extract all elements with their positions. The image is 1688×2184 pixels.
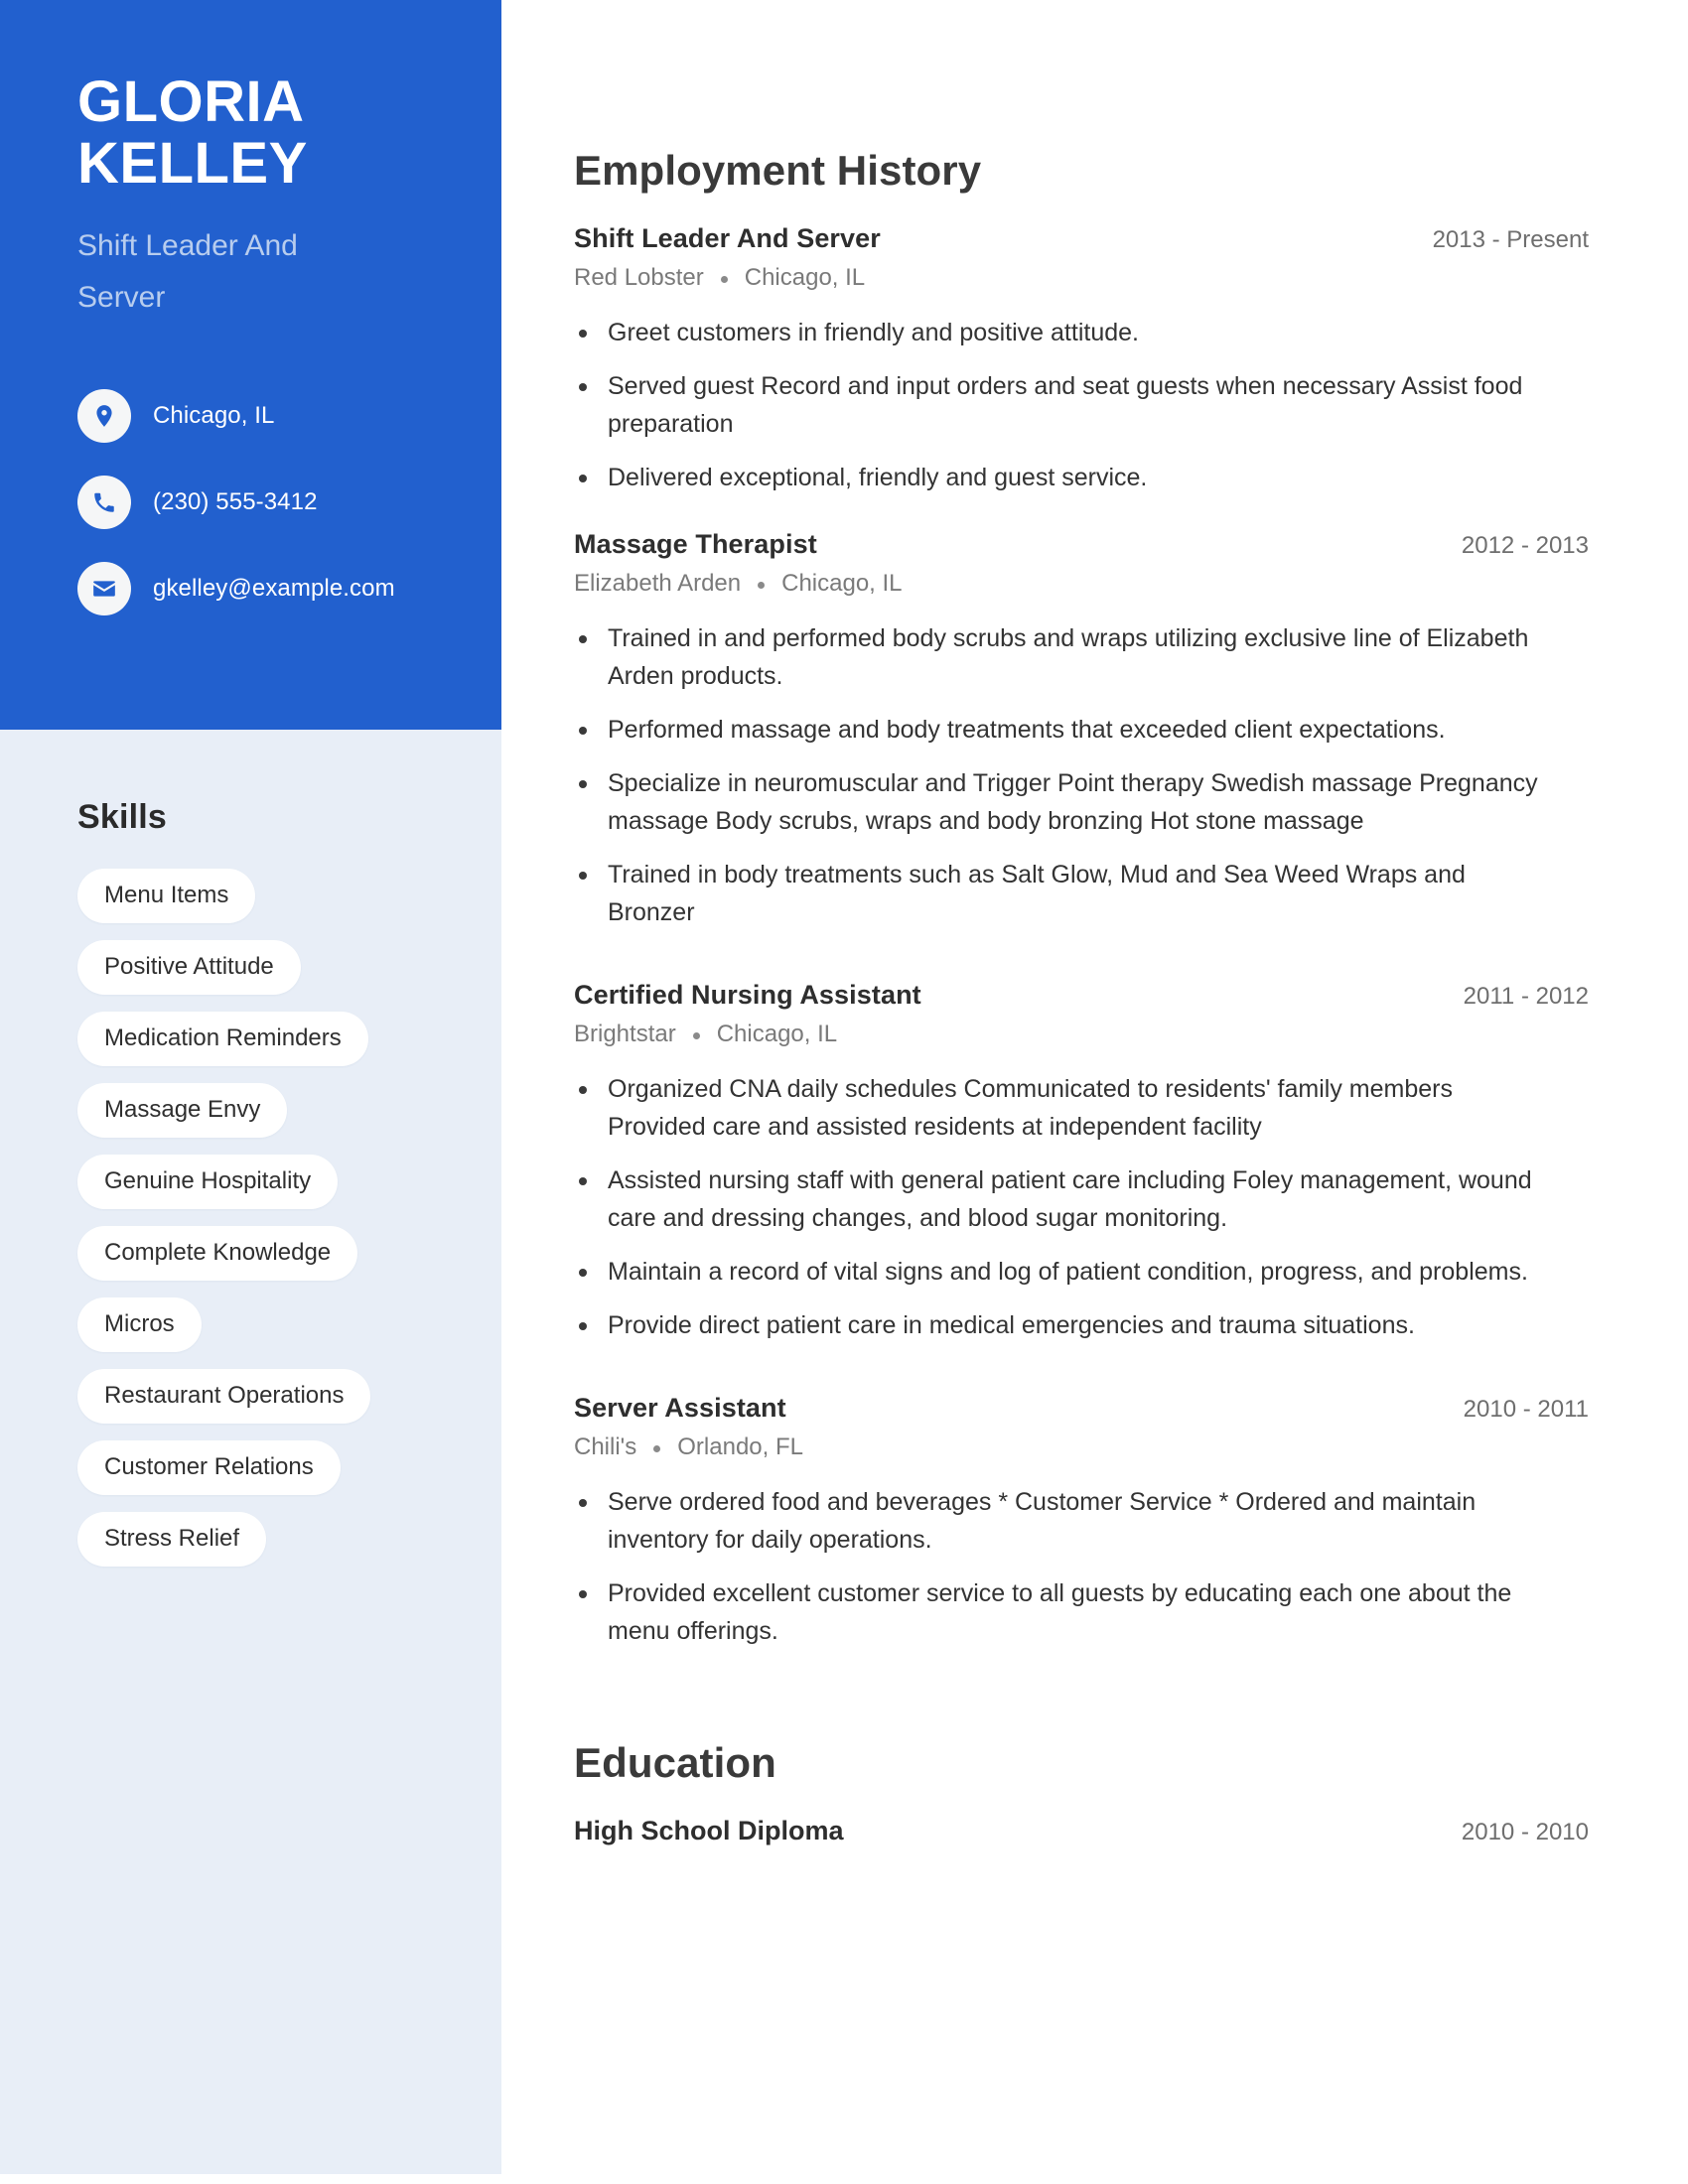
contact-location-text: Chicago, IL [153,402,275,429]
education-entry: High School Diploma 2010 - 2010 [574,1813,1589,1849]
employment-bullets: Organized CNA daily schedules Communicat… [574,1070,1589,1344]
employment-role: Massage Therapist [574,529,817,559]
separator-dot-icon [653,1444,661,1452]
employment-location: Chicago, IL [781,570,903,597]
skill-list-item: Positive Attitude [77,940,501,1012]
skill-pill[interactable]: Positive Attitude [77,940,301,995]
bullet-item: Provided excellent customer service to a… [574,1574,1557,1650]
resume-page: GLORIA KELLEY Shift Leader And Server Ch… [0,0,1688,2184]
skill-list-item: Restaurant Operations [77,1369,501,1440]
education-degree: High School Diploma [574,1816,844,1845]
education-entry-header: High School Diploma 2010 - 2010 [574,1813,1589,1849]
skill-pill[interactable]: Genuine Hospitality [77,1155,339,1209]
employment-bullets: Greet customers in friendly and positive… [574,314,1589,496]
bullet-item: Trained in and performed body scrubs and… [574,619,1557,695]
employment-dates: 2010 - 2011 [1463,1396,1589,1423]
employment-dates: 2012 - 2013 [1461,532,1589,559]
employment-bullets: Trained in and performed body scrubs and… [574,619,1589,931]
skills-heading: Skills [77,798,168,836]
contact-phone-text: (230) 555-3412 [153,488,318,515]
candidate-job-title: Shift Leader And Server [77,229,298,314]
phone-icon [77,476,131,529]
bullet-item: Trained in body treatments such as Salt … [574,856,1557,931]
bullet-item: Organized CNA daily schedules Communicat… [574,1070,1557,1146]
employment-entry-header: Massage Therapist 2012 - 2013 [574,526,1589,563]
skill-pill[interactable]: Restaurant Operations [77,1369,371,1424]
separator-dot-icon [758,581,766,589]
skill-list-item: Menu Items [77,869,501,940]
contact-item-email[interactable]: gkelley@example.com [77,562,424,615]
bullet-item: Specialize in neuromuscular and Trigger … [574,764,1557,840]
candidate-name: GLORIA KELLEY [77,71,424,195]
first-name: GLORIA [77,69,305,134]
bullet-item: Served guest Record and input orders and… [574,367,1557,443]
employment-dates: 2013 - Present [1432,226,1589,253]
employment-company: Brightstar [574,1021,676,1047]
employment-bullets: Serve ordered food and beverages * Custo… [574,1483,1589,1650]
sidebar: GLORIA KELLEY Shift Leader And Server Ch… [0,0,501,2174]
skill-pill[interactable]: Stress Relief [77,1512,267,1567]
employment-entry: Certified Nursing Assistant 2011 - 2012 … [574,977,1589,1344]
employment-meta: Chili's Orlando, FL [574,1432,1589,1463]
bullet-item: Serve ordered food and beverages * Custo… [574,1483,1557,1559]
skill-pill[interactable]: Menu Items [77,869,256,923]
sidebar-header: GLORIA KELLEY Shift Leader And Server Ch… [0,0,501,730]
bullet-item: Maintain a record of vital signs and log… [574,1253,1557,1291]
bullet-item: Assisted nursing staff with general pati… [574,1161,1557,1237]
employment-company: Chili's [574,1433,637,1460]
main-content: Employment History Shift Leader And Serv… [574,0,1589,1859]
employment-dates: 2011 - 2012 [1463,983,1589,1010]
skill-list-item: Massage Envy [77,1083,501,1155]
separator-dot-icon [720,275,728,283]
employment-meta: Elizabeth Arden Chicago, IL [574,568,1589,600]
employment-role: Server Assistant [574,1393,786,1423]
employment-location: Chicago, IL [716,1021,838,1047]
bullet-item: Delivered exceptional, friendly and gues… [574,459,1557,496]
education-dates: 2010 - 2010 [1461,1819,1589,1845]
employment-history-heading: Employment History [574,147,982,194]
skill-pill[interactable]: Complete Knowledge [77,1226,358,1281]
employment-role: Shift Leader And Server [574,223,881,253]
employment-meta: Red Lobster Chicago, IL [574,262,1589,294]
skill-list-item: Complete Knowledge [77,1226,501,1297]
bullet-item: Greet customers in friendly and positive… [574,314,1557,351]
employment-entry: Server Assistant 2010 - 2011 Chili's Orl… [574,1390,1589,1650]
employment-role: Certified Nursing Assistant [574,980,921,1010]
skills-section: Skills Menu Items Positive Attitude Medi… [0,730,501,1583]
employment-entry: Massage Therapist 2012 - 2013 Elizabeth … [574,526,1589,931]
skill-pill[interactable]: Micros [77,1297,202,1352]
employment-entry-header: Certified Nursing Assistant 2011 - 2012 [574,977,1589,1014]
separator-dot-icon [692,1031,700,1039]
skill-list-item: Stress Relief [77,1512,501,1583]
bullet-item: Performed massage and body treatments th… [574,711,1557,749]
employment-location: Orlando, FL [677,1433,803,1460]
contact-item-phone[interactable]: (230) 555-3412 [77,476,424,529]
location-pin-icon [77,389,131,443]
envelope-icon [77,562,131,615]
employment-entry-header: Server Assistant 2010 - 2011 [574,1390,1589,1427]
skill-list-item: Medication Reminders [77,1012,501,1083]
skill-pill[interactable]: Medication Reminders [77,1012,368,1066]
bullet-item: Provide direct patient care in medical e… [574,1306,1557,1344]
skill-pill[interactable]: Customer Relations [77,1440,341,1495]
last-name: KELLEY [77,131,308,196]
employment-entry-header: Shift Leader And Server 2013 - Present [574,220,1589,257]
employment-company: Red Lobster [574,264,704,291]
skill-list-item: Genuine Hospitality [77,1155,501,1226]
education-heading: Education [574,1739,776,1786]
skill-list-item: Micros [77,1297,501,1369]
employment-company: Elizabeth Arden [574,570,742,597]
contact-email-text: gkelley@example.com [153,575,395,602]
employment-meta: Brightstar Chicago, IL [574,1019,1589,1050]
contact-item-location[interactable]: Chicago, IL [77,389,424,443]
skill-pill[interactable]: Massage Envy [77,1083,288,1138]
employment-location: Chicago, IL [744,264,866,291]
employment-entry: Shift Leader And Server 2013 - Present R… [574,220,1589,496]
skill-list-item: Customer Relations [77,1440,501,1512]
contact-list: Chicago, IL (230) 555-3412 gkelley@examp… [77,389,424,615]
